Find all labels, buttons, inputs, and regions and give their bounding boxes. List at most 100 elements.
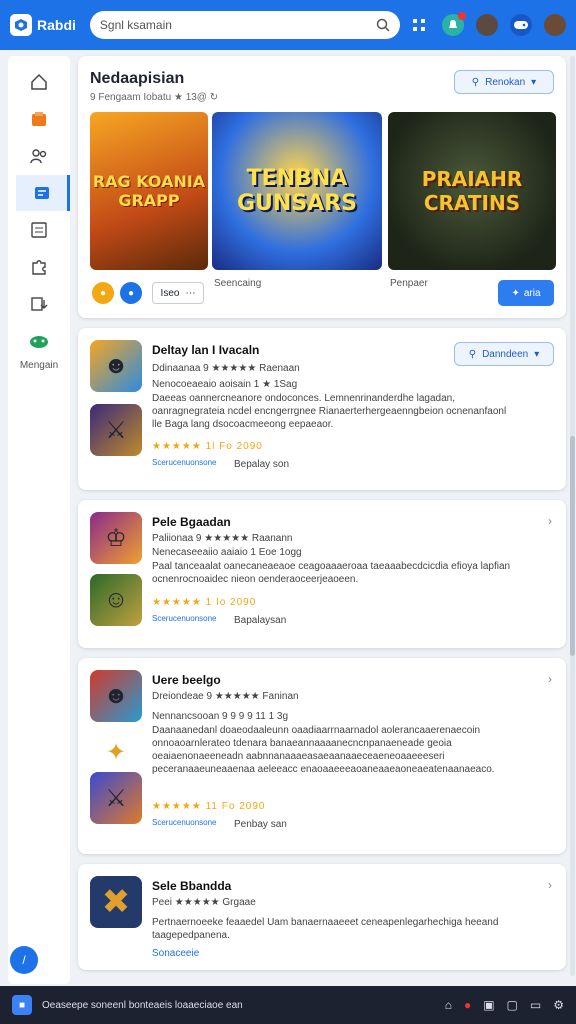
coin-icon[interactable]: ● — [92, 282, 114, 304]
game-meta: Dreiondeae 9 ★★★★★ Faninan — [152, 691, 299, 702]
sparkle-icon: ✦ — [511, 287, 520, 299]
game-rating: ★★★★★ 1l Fo 2090 — [152, 441, 263, 452]
sidebar-label: Mengain — [19, 360, 59, 371]
game-sub: Nenocoeaeaio aoisain 1 ★ 1Sag — [152, 379, 298, 390]
logo-icon — [10, 14, 32, 36]
game-icon: ⚔ — [90, 404, 142, 456]
game-art-title: RAG KOANIA GRAPP — [92, 172, 206, 210]
store-icon — [32, 112, 46, 126]
chevron-right-icon[interactable]: › — [548, 672, 552, 686]
search-icon[interactable] — [376, 18, 390, 32]
game-art-title: TENBNA GUNSARS — [237, 166, 357, 216]
game-rating: ★★★★★ 11 Fo 2090 — [152, 801, 266, 812]
controller-icon[interactable] — [510, 14, 532, 36]
search-input[interactable]: Sgnl ksamain — [89, 11, 400, 39]
top-bar: Rabdi Sgnl ksamain — [0, 0, 576, 50]
star-badge-icon: ✦ — [105, 738, 127, 766]
profile-avatar[interactable] — [544, 14, 566, 36]
chevron-down-icon: ▾ — [534, 348, 540, 360]
game-description: Pertnaernoeeke feaaedel Uam banaernaaeee… — [152, 917, 499, 941]
featured-button-label: Renokan — [485, 76, 526, 88]
game-icon: ✖ — [90, 876, 142, 928]
notification-badge — [458, 12, 466, 20]
game-link[interactable]: Scerucenuonsone — [152, 614, 217, 623]
featured-card: Nedaapisian 9 Fengaam Iobatu ★ 13@ ↻ ⚲ R… — [78, 56, 566, 318]
help-button[interactable]: / — [10, 946, 38, 974]
game-icon: ☺ — [90, 574, 142, 626]
game-tag: Bepalay son — [234, 459, 290, 470]
game-action-label: Danndeen — [482, 348, 529, 360]
record-icon[interactable]: ● — [464, 998, 471, 1012]
game-tag: Penbay san — [234, 819, 287, 830]
chevron-right-icon[interactable]: › — [548, 514, 552, 528]
taskbar-text: Oeaseepe soneenl bonteaeis loaaeciaoe ea… — [42, 999, 243, 1011]
primary-action-label: aria — [523, 287, 541, 299]
game-icon: ☻ — [90, 670, 142, 722]
folder-icon[interactable]: ▣ — [483, 998, 494, 1012]
filter-select[interactable]: Iseo ⋯ — [152, 282, 204, 304]
game-art-title: PRAIAHR CRATINS — [421, 167, 523, 215]
game-description: Paal tanceaalat oanecaneaeaoe ceagoaaaer… — [152, 561, 511, 585]
game-icon: ⚔ — [90, 772, 142, 824]
app-logo[interactable]: Rabdi — [10, 14, 76, 36]
search-placeholder: Sgnl ksamain — [99, 18, 172, 32]
game-title: Sele Bbandda — [152, 879, 232, 893]
grid-icon[interactable] — [408, 14, 430, 36]
primary-action-button[interactable]: ✦ aria — [498, 280, 554, 306]
game-description: Daeeas oannercneanore ondoconces. Lemnen… — [152, 393, 507, 430]
sidebar-item-downloads[interactable] — [8, 286, 70, 322]
game-list-card[interactable]: ☻ ✦ ⚔ Uere beelgo Dreiondeae 9 ★★★★★ Fan… — [78, 658, 566, 854]
game-meta: Peei ★★★★★ Grgaae — [152, 897, 256, 908]
home-icon[interactable]: ⌂ — [445, 998, 452, 1012]
puzzle-icon — [32, 260, 46, 275]
scrollbar[interactable] — [570, 56, 575, 976]
dots-icon: ⋯ — [185, 287, 196, 299]
game-thumbnail[interactable]: TENBNA GUNSARS — [212, 112, 382, 270]
taskbar: ■ Oeaseepe soneenl bonteaeis loaaeciaoe … — [0, 986, 576, 1024]
game-thumbnail[interactable]: RAG KOANIA GRAPP — [90, 112, 208, 270]
sidebar-item-games[interactable] — [8, 323, 70, 359]
featured-dropdown-button[interactable]: ⚲ Renokan ▾ — [454, 70, 554, 94]
info-icon[interactable]: ● — [120, 282, 142, 304]
game-caption: Penpaer — [390, 278, 428, 289]
game-description: Daanaanedanl doaeodaaleunn oaadiaarrnaar… — [152, 725, 495, 775]
game-list-card[interactable]: ☻ ⚔ Deltay lan I Ivacaln Ddinaanaa 9 ★★★… — [78, 328, 566, 490]
downloads-icon — [31, 297, 48, 311]
sidebar-item-friends[interactable] — [8, 138, 70, 174]
game-meta: Paliionaa 9 ★★★★★ Raanann — [152, 533, 293, 544]
game-sub: Nennancsooan 9 9 9 9 11 1 3g — [152, 711, 289, 722]
game-thumbnail[interactable]: PRAIAHR CRATINS — [388, 112, 556, 270]
start-icon[interactable]: ■ — [12, 995, 32, 1015]
game-link[interactable]: Scerucenuonsone — [152, 818, 217, 827]
chevron-right-icon[interactable]: › — [548, 878, 552, 892]
friends-icon — [30, 149, 47, 164]
search-icon: ⚲ — [468, 348, 477, 360]
sidebar-item-library[interactable] — [16, 175, 70, 211]
chevron-down-icon: ▾ — [531, 76, 537, 88]
filter-select-value: Iseo — [160, 287, 180, 299]
sidebar-item-community[interactable] — [8, 249, 70, 285]
search-icon: ⚲ — [471, 76, 480, 88]
settings-icon[interactable]: ⚙ — [553, 998, 564, 1012]
user-avatar[interactable] — [476, 14, 498, 36]
chat-icon[interactable]: ▢ — [507, 998, 518, 1012]
game-link[interactable]: Sonaceeie — [152, 948, 512, 960]
game-title: Pele Bgaadan — [152, 515, 231, 529]
featured-meta: 9 Fengaam Iobatu ★ 13@ ↻ — [90, 92, 219, 103]
notification-icon[interactable] — [442, 12, 466, 36]
window-icon[interactable]: ▭ — [530, 998, 541, 1012]
news-icon — [31, 222, 47, 238]
sidebar-item-home[interactable] — [8, 64, 70, 100]
home-icon — [31, 73, 47, 90]
game-link[interactable]: Scerucenuonsone — [152, 458, 217, 467]
game-action-button[interactable]: ⚲ Danndeen ▾ — [454, 342, 554, 366]
game-list-card[interactable]: ✖ Sele Bbandda Peei ★★★★★ Grgaae Pertnae… — [78, 864, 566, 970]
scrollbar-thumb[interactable] — [570, 436, 575, 656]
game-list-card[interactable]: ♔ ☺ Pele Bgaadan Paliionaa 9 ★★★★★ Raana… — [78, 500, 566, 648]
game-sub: Nenecaseeaiio aaiaio 1 Eoe 1ogg — [152, 547, 302, 558]
sidebar-item-news[interactable] — [8, 212, 70, 248]
game-title: Uere beelgo — [152, 673, 221, 687]
sidebar-item-store[interactable] — [8, 101, 70, 137]
sidebar: Mengain — [8, 56, 70, 984]
game-icon: ☻ — [90, 340, 142, 392]
